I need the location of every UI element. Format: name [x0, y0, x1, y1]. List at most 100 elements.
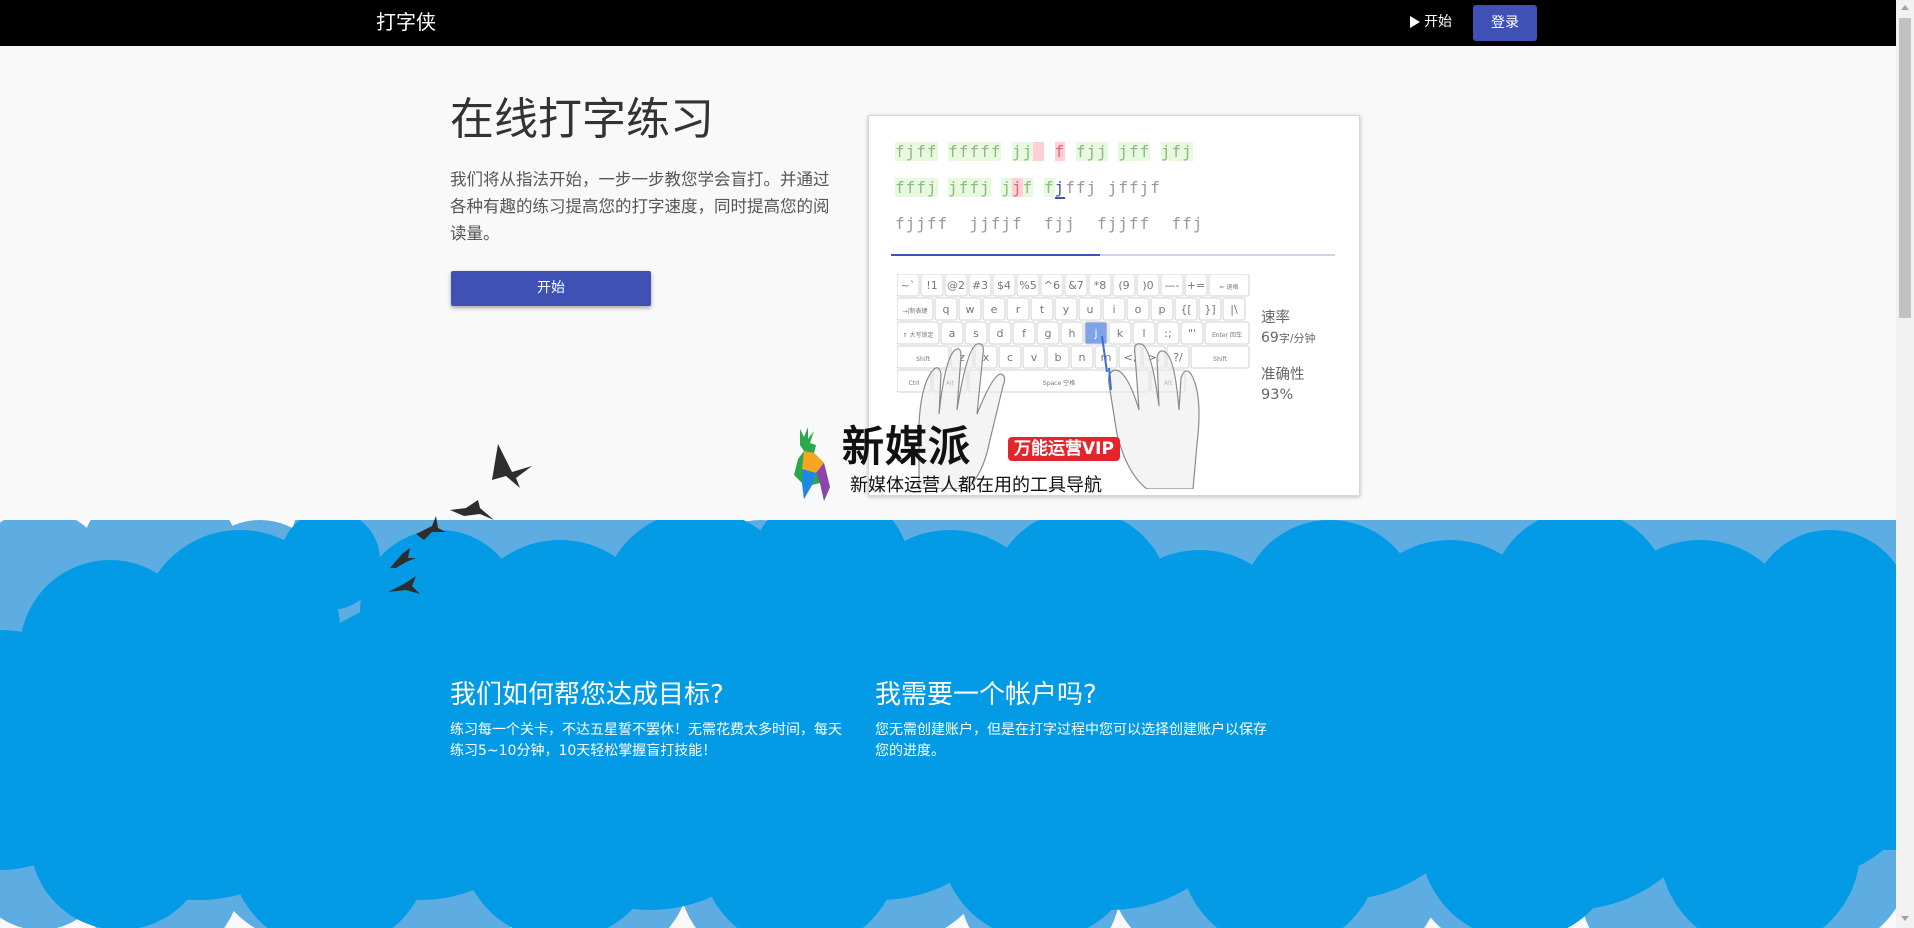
keyboard-key-label: h	[1069, 327, 1076, 340]
keyboard-key-label: —-	[1165, 279, 1180, 292]
keyboard-key-label: s	[973, 327, 979, 340]
keyboard-key-label: Ctrl	[909, 380, 920, 387]
typing-char-group: jffj	[948, 178, 991, 197]
typing-char-group: jff	[1118, 142, 1151, 161]
keyboard-key-label: :;	[1164, 327, 1171, 340]
typing-char-group	[1065, 142, 1076, 161]
keyboard-key-label: k	[1117, 327, 1124, 340]
keyboard-key-label: w	[966, 303, 975, 316]
typing-char-group: j	[1001, 178, 1012, 197]
page-scrollbar[interactable]	[1896, 0, 1914, 928]
keyboard-key-label: x	[983, 351, 990, 364]
birds-illustration	[388, 444, 532, 594]
keyboard-key-label: (9	[1118, 279, 1129, 292]
typing-char-group: fjjff jjfjf fjj fjjff ffj	[895, 214, 1204, 233]
top-nav-bar: 打字侠 开始 登录	[0, 0, 1896, 46]
keyboard-key-label: @2	[947, 279, 965, 292]
bird-icon	[390, 548, 416, 568]
hero-title: 在线打字练习	[450, 94, 714, 145]
keyboard-key-label: !1	[926, 279, 937, 292]
keyboard-key-label: y	[1063, 303, 1070, 316]
speed-unit: 字/分钟	[1278, 332, 1316, 345]
typing-char-group	[1150, 142, 1161, 161]
typing-stats: 速率 69字/分钟 准确性 93%	[1261, 308, 1316, 405]
keyboard-key-label: &7	[1068, 279, 1084, 292]
keyboard-key-label: u	[1087, 303, 1094, 316]
keyboard-key-label: →|制表键	[902, 307, 927, 315]
keyboard-key-label: Space 空格	[1043, 379, 1075, 387]
bird-icon	[388, 576, 420, 594]
keyboard-key-label: }]	[1204, 303, 1215, 316]
typing-char-group: jj	[1011, 142, 1034, 161]
hero-description: 我们将从指法开始，一步一步教您学会盲打。并通过各种有趣的练习提高您的打字速度，同…	[450, 170, 830, 243]
keyboard-key-label: v	[1031, 351, 1038, 364]
keyboard-key-label: c	[1007, 351, 1013, 364]
keyboard-key-label: l	[1142, 327, 1145, 340]
keyboard-key-label: )0	[1142, 279, 1153, 292]
login-button[interactable]: 登录	[1473, 5, 1537, 41]
keyboard-key-label: a	[949, 327, 956, 340]
keyboard-key-label: %5	[1019, 279, 1036, 292]
typing-char-group: jfj	[1160, 142, 1193, 161]
typing-char-group: jffjf	[1107, 178, 1161, 197]
bird-icon	[492, 444, 532, 488]
info-heading-goals: 我们如何帮您达成目标?	[450, 680, 724, 710]
typing-line-3: fjjff jjfjf fjj fjjff ffj	[895, 212, 1203, 236]
speed-value: 69	[1261, 330, 1279, 346]
scrollbar-thumb[interactable]	[1899, 18, 1911, 318]
scroll-down-icon[interactable]	[1901, 916, 1909, 921]
bird-icon	[450, 500, 494, 520]
keyboard-key-label: ⇑ 大写锁定	[903, 331, 934, 339]
deer-logo-icon	[794, 427, 830, 501]
play-icon	[1410, 16, 1420, 28]
typing-char-group: fffj	[895, 178, 938, 197]
keyboard-key-label: *8	[1094, 279, 1107, 292]
keyboard-key-label: |\	[1230, 303, 1238, 316]
typing-char-group	[1033, 142, 1044, 161]
watermark-title: 新媒派	[842, 422, 972, 471]
typing-char-group: j	[1054, 178, 1066, 199]
accuracy-value: 93%	[1261, 387, 1294, 403]
speed-label: 速率	[1261, 310, 1290, 326]
nav-start-link[interactable]: 开始	[1410, 11, 1452, 33]
typing-char-group: f	[1043, 178, 1055, 197]
typing-char-group: fjff	[895, 142, 938, 161]
typing-char-group: fjj	[1075, 142, 1108, 161]
typing-progress-track	[891, 254, 1335, 256]
typing-char-group	[1001, 142, 1012, 161]
keyboard-key-label: ⇐ 退格	[1220, 283, 1239, 291]
watermark-overlay: 新媒派 万能运营VIP 新媒体运营人都在用的工具导航	[780, 423, 1140, 503]
keyboard-key-label: d	[997, 327, 1004, 340]
keyboard-key-label: p	[1159, 303, 1166, 316]
keyboard-key-label: g	[1045, 327, 1052, 340]
typing-char-group	[1044, 142, 1055, 161]
keyboard-key-label: ^6	[1044, 279, 1060, 292]
keyboard-key-label: $4	[997, 279, 1011, 292]
watermark-badge: 万能运营VIP	[1008, 437, 1120, 461]
brand-logo[interactable]: 打字侠	[376, 10, 436, 34]
typing-char-group: f	[1054, 142, 1066, 161]
keyboard-key-label: i	[1112, 303, 1115, 316]
scroll-up-icon[interactable]	[1901, 5, 1909, 10]
typing-char-group	[1108, 142, 1119, 161]
keyboard-key-label: "'	[1188, 327, 1196, 340]
keyboard-key-label: o	[1135, 303, 1142, 316]
keyboard-key-label: Enter 回车	[1212, 331, 1242, 339]
accuracy-label: 准确性	[1261, 367, 1305, 383]
keyboard-key-label: {[	[1180, 303, 1191, 316]
typing-char-group	[991, 178, 1002, 197]
keyboard-key-label: Shift	[916, 356, 930, 363]
nav-start-label: 开始	[1424, 14, 1452, 30]
keyboard-key-label: j	[1093, 327, 1097, 340]
keyboard-key-label: n	[1079, 351, 1086, 364]
typing-char-group: f	[1022, 178, 1034, 197]
hero-start-button[interactable]: 开始	[451, 271, 651, 306]
keyboard-key-label: ~`	[901, 279, 916, 292]
typing-progress-fill	[891, 254, 1100, 256]
typing-char-group: fffff	[948, 142, 1002, 161]
typing-char-group: j	[1011, 178, 1023, 197]
keyboard-key-label: b	[1055, 351, 1062, 364]
keyboard-key-label: +=	[1187, 279, 1205, 292]
typing-char-group	[938, 178, 949, 197]
keyboard-key-label: r	[1016, 303, 1021, 316]
